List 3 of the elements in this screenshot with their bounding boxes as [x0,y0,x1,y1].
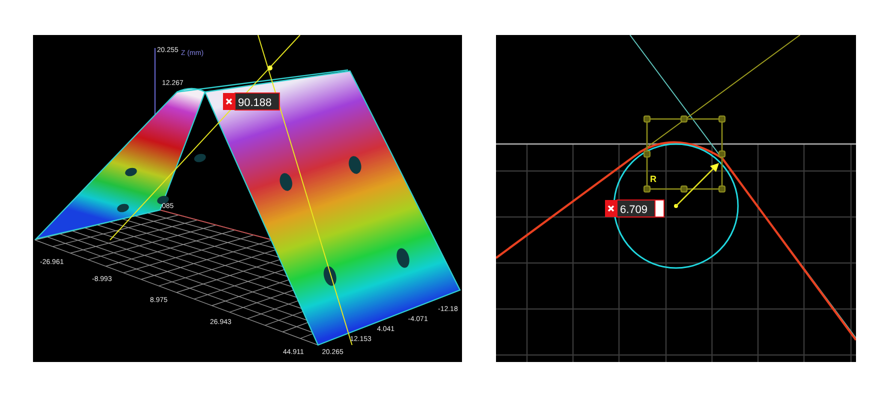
radius-label: R [650,174,656,184]
measurement-value: 6.709 [620,204,648,216]
measurement-value: 90.188 [238,97,272,109]
